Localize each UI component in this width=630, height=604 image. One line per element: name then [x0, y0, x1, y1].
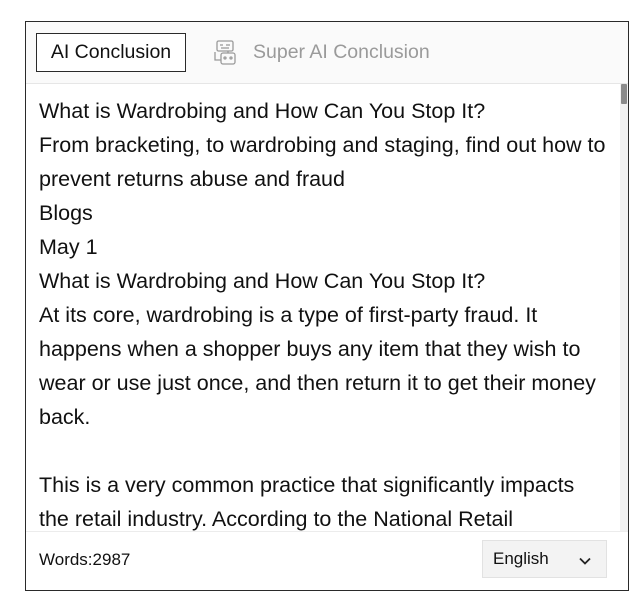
language-select-value: English: [493, 549, 549, 568]
tab-ai-conclusion[interactable]: AI Conclusion: [36, 33, 186, 72]
content-line: At its core, wardrobing is a type of fir…: [39, 303, 596, 429]
content-line: What is Wardrobing and How Can You Stop …: [39, 99, 486, 123]
content-line: From bracketing, to wardrobing and stagi…: [39, 133, 606, 191]
tab-ai-conclusion-label: AI Conclusion: [50, 41, 172, 63]
content-line: Blogs: [39, 201, 93, 225]
robot-document-icon: [211, 38, 241, 68]
content-line: This is a very common practice that sign…: [39, 473, 575, 531]
scrollbar-thumb[interactable]: [621, 84, 627, 104]
content-line: What is Wardrobing and How Can You Stop …: [39, 269, 486, 293]
tab-bar: AI Conclusion Super AI Conclusion: [26, 22, 628, 84]
chevron-down-icon: [578, 553, 592, 567]
tab-super-ai-conclusion-label: Super AI Conclusion: [253, 41, 430, 63]
language-select[interactable]: English: [482, 540, 607, 578]
content-line: May 1: [39, 235, 98, 259]
word-count: Words:2987: [39, 550, 131, 569]
ai-conclusion-panel: AI Conclusion Super AI Conclusion What i…: [25, 21, 629, 591]
conclusion-content[interactable]: What is Wardrobing and How Can You Stop …: [26, 84, 628, 533]
content-scrollbar[interactable]: [620, 84, 628, 533]
tab-super-ai-conclusion[interactable]: Super AI Conclusion: [211, 33, 430, 72]
panel-footer: Words:2987 English: [26, 531, 628, 590]
